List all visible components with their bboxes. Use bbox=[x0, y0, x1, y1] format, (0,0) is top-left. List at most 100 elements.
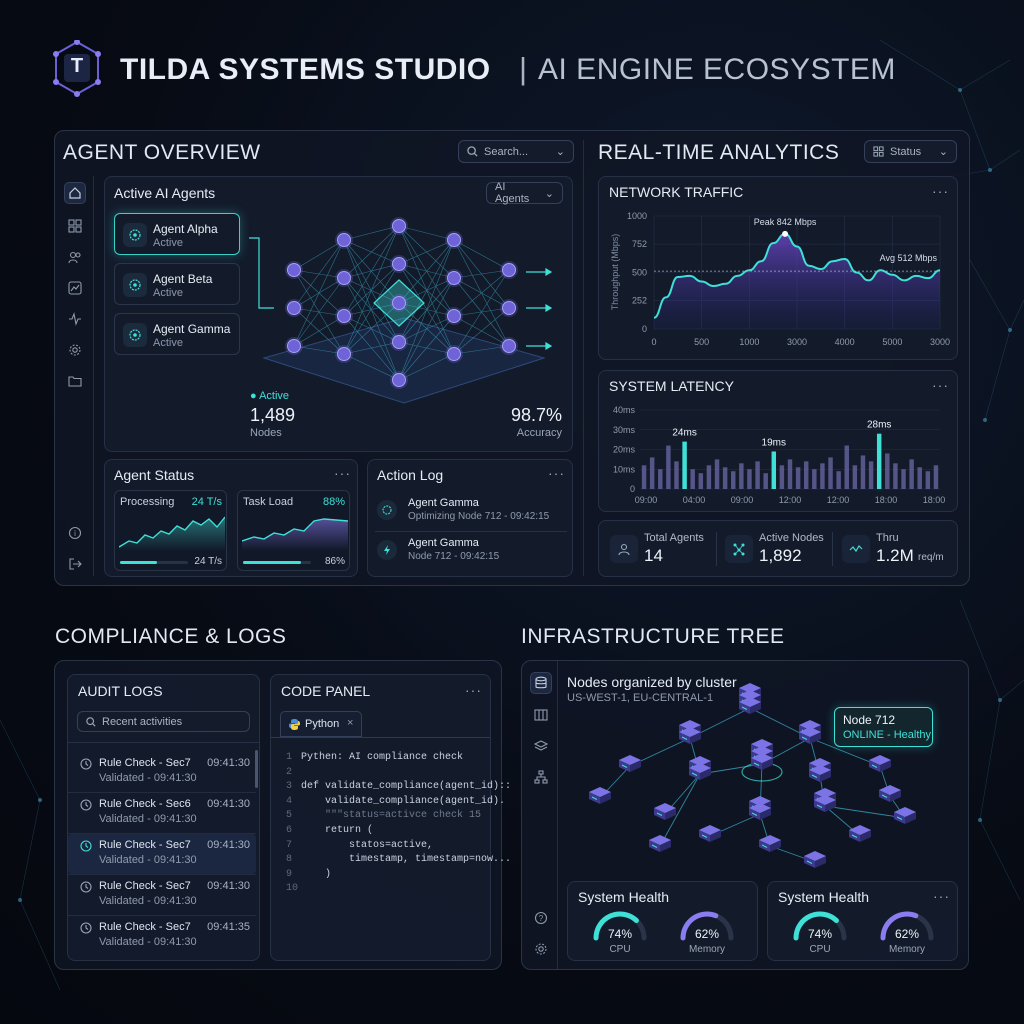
audit-row[interactable]: Rule Check - Sec7 Validated - 09:41:30 09:… bbox=[68, 875, 256, 916]
cpu-value: 74% bbox=[807, 927, 833, 941]
stat-label: Thru bbox=[876, 532, 899, 544]
action-log-entry[interactable]: Agent Gamma Node 712 - 09:42:15 bbox=[375, 536, 567, 572]
server-node[interactable] bbox=[809, 758, 831, 782]
hierarchy-icon[interactable] bbox=[530, 766, 552, 788]
system-latency-chart: 0 10ms 20ms 30ms 40ms 24ms 19ms 28ms 09:00 04:00 0… bbox=[613, 405, 945, 505]
audit-row-time: 09:41:30 bbox=[207, 839, 250, 851]
server-node[interactable] bbox=[869, 755, 891, 772]
processing-progress-fill bbox=[120, 561, 158, 564]
latency-bar bbox=[836, 471, 841, 489]
chevron-down-icon: ⌄ bbox=[555, 146, 565, 158]
audit-row[interactable]: Rule Check - Sec7 Validated - 09:41:30 09:… bbox=[68, 916, 256, 956]
settings-icon[interactable] bbox=[530, 938, 552, 960]
server-node[interactable] bbox=[699, 825, 721, 842]
neural-network-visual bbox=[249, 217, 553, 404]
line-number: 9 bbox=[286, 868, 293, 880]
grid-icon[interactable] bbox=[64, 215, 86, 237]
latency-bar bbox=[795, 467, 801, 489]
task-load-value: 88% bbox=[322, 496, 345, 508]
y-tick-label: 252 bbox=[632, 296, 647, 306]
more-icon[interactable]: ··· bbox=[548, 465, 565, 481]
agent-item-alpha[interactable]: Agent Alpha Active bbox=[114, 213, 240, 255]
settings-icon[interactable] bbox=[64, 339, 86, 361]
server-node[interactable] bbox=[879, 785, 901, 802]
server-node[interactable] bbox=[804, 851, 826, 868]
more-icon[interactable]: ··· bbox=[334, 465, 351, 481]
database-icon[interactable] bbox=[530, 672, 552, 694]
server-node[interactable] bbox=[849, 825, 871, 842]
line-number: 5 bbox=[286, 810, 293, 822]
stat-divider bbox=[832, 532, 833, 566]
users-icon[interactable] bbox=[64, 246, 86, 268]
code-line: validate_compliance(agent_id). bbox=[301, 795, 506, 807]
server-node[interactable] bbox=[749, 796, 771, 820]
server-node[interactable] bbox=[689, 756, 711, 780]
logo-letter: T bbox=[70, 55, 84, 77]
audit-row-sub: Validated - 09:41:30 bbox=[99, 936, 197, 948]
x-tick-label: 09:00 bbox=[731, 495, 754, 505]
stat-unit: req/m bbox=[918, 552, 944, 563]
more-icon[interactable]: ··· bbox=[933, 888, 950, 904]
agents-filter-dropdown[interactable]: AI Agents ⌄ bbox=[486, 181, 563, 205]
agent-search[interactable]: Search... ⌄ bbox=[458, 140, 574, 163]
more-icon[interactable]: ··· bbox=[465, 682, 482, 698]
code-tab-python[interactable]: Python × bbox=[280, 711, 362, 737]
task-load-card: Task Load 88% 86% bbox=[237, 490, 350, 571]
filter-label: AI Agents bbox=[495, 181, 530, 205]
agent-item-gamma[interactable]: Agent Gamma Active bbox=[114, 313, 240, 355]
server-node[interactable] bbox=[649, 835, 671, 852]
latency-data-label: 28ms bbox=[867, 420, 891, 431]
chart-icon[interactable] bbox=[64, 277, 86, 299]
network-node bbox=[392, 373, 406, 387]
home-icon[interactable] bbox=[64, 182, 86, 204]
audit-search[interactable]: Recent activities bbox=[77, 711, 250, 732]
server-node[interactable] bbox=[739, 683, 761, 714]
audit-row[interactable]: Rule Check - Sec7 Validated - 09:41:30 09:… bbox=[68, 834, 256, 875]
latency-bar bbox=[885, 453, 890, 489]
folder-icon[interactable] bbox=[64, 370, 86, 392]
columns-icon[interactable] bbox=[530, 704, 552, 726]
action-log-title: Action Log bbox=[377, 467, 444, 483]
server-node[interactable] bbox=[799, 720, 821, 744]
code-line: def validate_compliance(agent_id):: bbox=[301, 781, 512, 793]
python-icon bbox=[289, 719, 300, 730]
clock-icon bbox=[80, 922, 92, 934]
network-node bbox=[392, 257, 406, 271]
action-agent-name: Agent Gamma bbox=[408, 497, 479, 509]
server-node[interactable] bbox=[751, 739, 773, 770]
action-log-entry[interactable]: Agent Gamma Optimizing Node 712 - 09:42:… bbox=[375, 496, 567, 532]
activity-icon[interactable] bbox=[64, 308, 86, 330]
latency-bar bbox=[868, 461, 874, 489]
node-name: Node 712 bbox=[843, 713, 896, 727]
y-tick-label: 0 bbox=[630, 484, 635, 494]
clock-icon bbox=[80, 799, 92, 811]
server-node[interactable] bbox=[679, 720, 701, 744]
audit-row[interactable]: Rule Check - Sec6 Validated - 09:41:30 09:… bbox=[68, 793, 256, 834]
server-node[interactable] bbox=[619, 755, 641, 772]
brain-icon bbox=[123, 323, 147, 347]
search-input[interactable]: Search... bbox=[484, 146, 528, 158]
logout-icon[interactable] bbox=[64, 553, 86, 575]
help-icon[interactable]: ? bbox=[530, 907, 552, 929]
audit-row[interactable]: Rule Check - Sec7 Validated - 09:41:30 09:… bbox=[68, 752, 256, 793]
latency-bar-highlight bbox=[682, 441, 687, 489]
processing-card: Processing 24 T/s 24 T/s bbox=[114, 490, 227, 571]
close-icon[interactable]: × bbox=[347, 717, 353, 729]
task-load-sparkline bbox=[242, 518, 348, 551]
status-dropdown[interactable]: Status ⌄ bbox=[864, 140, 957, 163]
latency-bar bbox=[933, 465, 939, 489]
chevron-down-icon: ⌄ bbox=[938, 146, 948, 158]
layers-icon[interactable] bbox=[530, 735, 552, 757]
network-node bbox=[392, 219, 406, 233]
cpu-label: CPU bbox=[609, 944, 631, 955]
accuracy-value: 98.7% bbox=[510, 405, 562, 425]
agent-item-beta[interactable]: Agent Beta Active bbox=[114, 263, 240, 305]
y-tick-label: 752 bbox=[632, 239, 647, 249]
server-node[interactable] bbox=[814, 788, 836, 812]
brain-icon bbox=[123, 223, 147, 247]
server-node[interactable] bbox=[894, 807, 916, 824]
help-icon[interactable]: i bbox=[64, 522, 86, 544]
network-node bbox=[502, 263, 516, 277]
server-node[interactable] bbox=[759, 835, 781, 852]
audit-search-input[interactable]: Recent activities bbox=[102, 716, 182, 728]
